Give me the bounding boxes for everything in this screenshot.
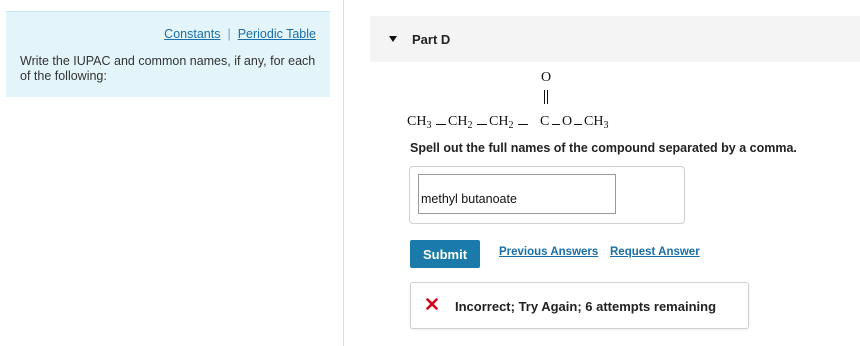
chain-atom-2: CH2 — [448, 114, 473, 131]
feedback-text: Incorrect; Try Again; 6 attempts remaini… — [455, 299, 717, 314]
periodic-table-link[interactable]: Periodic Table — [238, 27, 316, 41]
bond-2 — [477, 124, 487, 125]
chain-atom-6: CH3 — [584, 114, 609, 131]
chain-atom-3: CH2 — [489, 114, 514, 131]
chain-atom-5: O — [562, 114, 573, 129]
constants-link[interactable]: Constants — [164, 27, 220, 41]
x-icon — [426, 298, 438, 310]
chemical-structure: O CH3 CH2 CH2 C O CH3 — [406, 70, 646, 134]
double-bond-line-left — [544, 90, 545, 104]
bond-3 — [518, 124, 528, 125]
request-answer-link[interactable]: Request Answer — [610, 246, 700, 258]
problem-info-panel: Constants | Periodic Table Write the IUPAC… — [6, 11, 330, 97]
previous-answers-link[interactable]: Previous Answers — [499, 246, 598, 258]
column-divider — [343, 0, 344, 346]
bond-1 — [436, 124, 446, 125]
bond-5 — [574, 124, 582, 125]
instructions-text: Write the IUPAC and common names, if any… — [20, 54, 316, 83]
carbonyl-oxygen: O — [541, 70, 552, 85]
double-bond-line-right — [547, 90, 548, 104]
resource-links: Constants | Periodic Table — [164, 27, 316, 41]
link-separator: | — [227, 27, 231, 41]
answer-input[interactable] — [418, 174, 616, 214]
chain-atom-4: C — [540, 114, 550, 129]
feedback-message: Incorrect; Try Again; 6 attempts remaini… — [410, 282, 749, 329]
part-d-header[interactable]: Part D — [370, 16, 860, 62]
submit-button[interactable]: Submit — [410, 240, 480, 268]
collapse-caret-icon[interactable] — [389, 36, 397, 42]
question-prompt: Spell out the full names of the compound… — [410, 141, 797, 155]
bond-4 — [552, 124, 560, 125]
part-title: Part D — [412, 32, 451, 47]
chain-atom-1: CH3 — [407, 114, 432, 131]
answer-area — [409, 166, 685, 224]
